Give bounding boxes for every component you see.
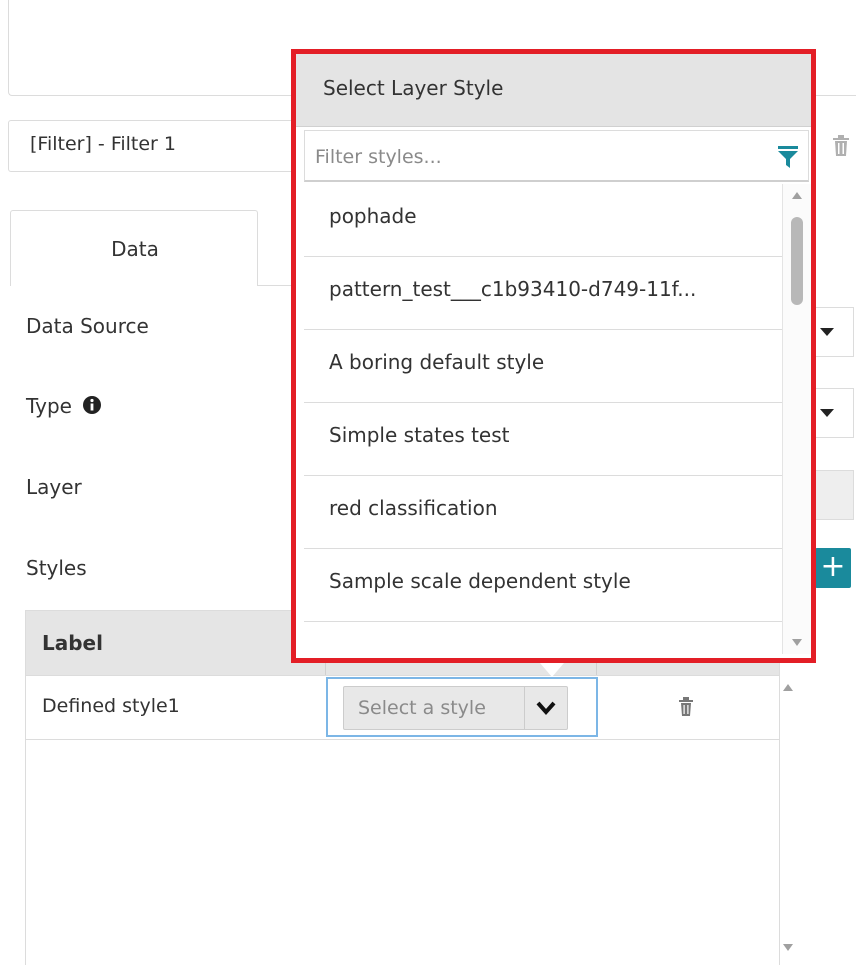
style-option[interactable]: red classification — [304, 476, 782, 549]
filter-styles-field — [304, 130, 809, 182]
type-label-text: Type — [26, 394, 72, 418]
filter-name: [Filter] - Filter 1 — [30, 133, 176, 155]
row-label: Defined style1 — [42, 695, 180, 717]
style-list: pophade pattern_test___c1b93410-d749-11f… — [304, 184, 782, 654]
select-layer-style-popup: Select Layer Style pophade pattern_test_… — [291, 49, 816, 663]
tab-data-label: Data — [111, 237, 159, 261]
scroll-down-arrow[interactable] — [792, 639, 802, 646]
style-option[interactable]: pattern_test___c1b93410-d749-11f... — [304, 257, 782, 330]
popup-pointer — [540, 663, 564, 677]
popup-title: Select Layer Style — [323, 76, 504, 100]
table-row: Defined style1 Select a style — [26, 675, 779, 740]
style-select[interactable]: Select a style — [343, 686, 568, 730]
chevron-down-icon — [820, 328, 834, 336]
trash-icon[interactable] — [832, 135, 850, 157]
popup-scrollbar[interactable] — [782, 184, 811, 654]
style-select-placeholder: Select a style — [358, 697, 486, 719]
filter-styles-input[interactable] — [313, 141, 757, 173]
styles-label: Styles — [26, 556, 87, 580]
style-option-label: A boring default style — [329, 350, 545, 374]
column-header-label: Label — [42, 631, 103, 655]
select-divider — [524, 687, 525, 729]
popup-header: Select Layer Style — [296, 54, 811, 127]
chevron-down-icon — [820, 409, 834, 417]
tab-data[interactable]: Data — [10, 210, 258, 286]
chevron-down-icon[interactable] — [533, 697, 559, 719]
style-option-label: pattern_test___c1b93410-d749-11f... — [329, 277, 697, 301]
info-icon[interactable] — [82, 395, 102, 415]
style-option[interactable] — [304, 622, 782, 654]
scroll-up-arrow[interactable] — [792, 192, 802, 199]
style-option[interactable]: pophade — [304, 184, 782, 257]
add-style-button[interactable]: + — [815, 548, 851, 588]
scroll-up-arrow[interactable] — [783, 684, 793, 691]
styles-table: Label Defined style1 Select a style — [25, 610, 780, 965]
style-option-label: Sample scale dependent style — [329, 569, 631, 593]
scroll-down-arrow[interactable] — [783, 944, 793, 951]
style-option-label: pophade — [329, 204, 417, 228]
style-option[interactable]: Sample scale dependent style — [304, 549, 782, 622]
layer-label: Layer — [26, 475, 82, 499]
data-source-label: Data Source — [26, 314, 149, 338]
type-label: Type — [26, 394, 102, 418]
trash-icon[interactable] — [678, 697, 694, 717]
scrollbar-thumb[interactable] — [791, 217, 803, 305]
style-option-label: Simple states test — [329, 423, 510, 447]
filter-funnel-icon[interactable] — [777, 145, 799, 169]
style-option[interactable]: A boring default style — [304, 330, 782, 403]
style-option[interactable]: Simple states test — [304, 403, 782, 476]
style-option-label: red classification — [329, 496, 498, 520]
style-select-cell: Select a style — [326, 677, 598, 737]
